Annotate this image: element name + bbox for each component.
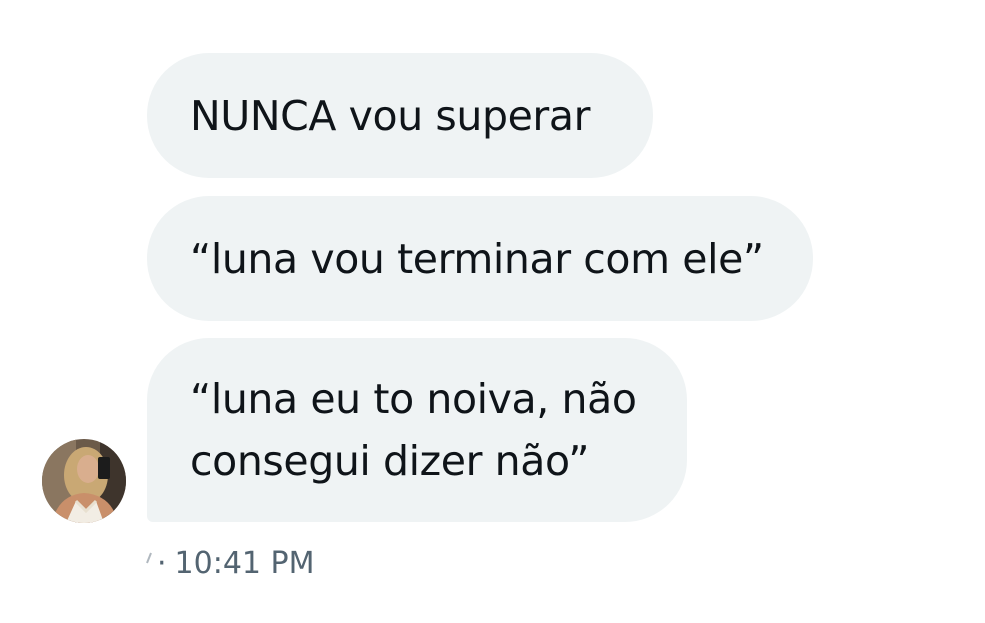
message-text: “luna vou terminar com ele” [190, 234, 764, 283]
message-text-line-1: “luna eu to noiva, não [190, 375, 637, 423]
message-text-line-2: consegui dizer não” [190, 437, 590, 485]
sender-avatar[interactable] [42, 439, 126, 523]
sent-status-icon [146, 552, 152, 564]
message-bubble-1[interactable]: NUNCA vou superar [147, 53, 653, 178]
message-bubble-3[interactable]: “luna eu to noiva, não consegui dizer nã… [147, 338, 687, 522]
separator-dot: · [157, 546, 167, 581]
message-bubble-2[interactable]: “luna vou terminar com ele” [147, 196, 813, 321]
timestamp: 10:41 PM [174, 546, 315, 581]
avatar-photo-icon [42, 439, 126, 523]
message-meta: · 10:41 PM [145, 544, 315, 584]
message-text: NUNCA vou superar [190, 91, 591, 140]
